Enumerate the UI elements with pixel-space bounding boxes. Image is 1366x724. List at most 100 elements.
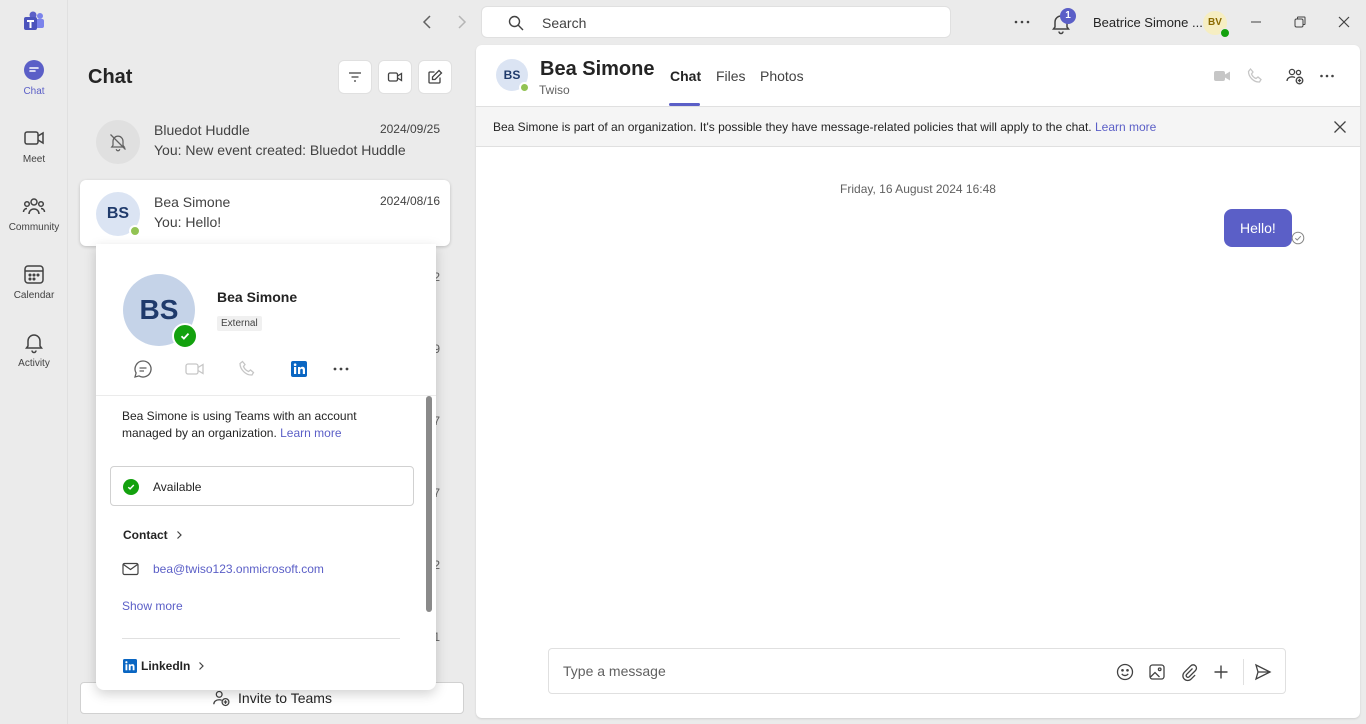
settings-more-button[interactable] [1010, 10, 1034, 34]
external-tag: External [217, 316, 262, 331]
minimize-button[interactable] [1246, 12, 1266, 32]
presence-status-text: Available [153, 480, 202, 494]
plus-icon [1214, 665, 1228, 679]
mail-icon [122, 562, 139, 576]
divider [122, 638, 400, 639]
policy-banner: Bea Simone is part of an organization. I… [476, 107, 1360, 147]
teams-logo-icon [22, 10, 46, 34]
back-button[interactable] [416, 10, 440, 34]
conversation-name: Bea Simone [540, 58, 655, 80]
rail-item-calendar[interactable]: Calendar [0, 262, 68, 322]
tab-files[interactable]: Files [716, 68, 746, 84]
dismiss-banner-button[interactable] [1332, 119, 1348, 135]
linkedin-icon [123, 659, 137, 673]
rail-item-activity[interactable]: Activity [0, 330, 68, 390]
learn-more-link[interactable]: Learn more [1095, 120, 1156, 134]
meet-now-button[interactable] [378, 60, 412, 94]
chat-item-bea-simone[interactable]: BS Bea Simone 2024/08/16 You: Hello! [80, 180, 450, 246]
available-status-icon [172, 323, 198, 349]
search-box[interactable]: Search [481, 6, 951, 38]
user-initials: BV [1208, 17, 1222, 28]
chat-list-title: Chat [88, 66, 133, 88]
compose-icon [428, 69, 443, 84]
chat-avatar: BS [96, 192, 141, 237]
rail-item-chat[interactable]: Chat [0, 58, 68, 118]
rail-item-label: Calendar [13, 290, 55, 301]
presence-status-box[interactable]: Available [110, 466, 414, 506]
profile-chat-button[interactable] [132, 358, 154, 380]
close-window-button[interactable] [1334, 12, 1354, 32]
conversation-pane: BS Bea Simone Twiso Chat Files Photos Be… [476, 45, 1360, 718]
message-composer[interactable]: Type a message [548, 648, 1286, 694]
chevron-right-icon [458, 15, 467, 29]
presence-indicator [1220, 28, 1230, 38]
conversation-more-button[interactable] [1317, 66, 1337, 86]
app-rail: Chat Meet Community Calendar Activity [0, 0, 68, 724]
attach-button[interactable] [1179, 662, 1199, 682]
linkedin-section-toggle[interactable]: LinkedIn [123, 659, 206, 673]
rail-item-meet[interactable]: Meet [0, 126, 68, 186]
learn-more-link[interactable]: Learn more [280, 426, 341, 440]
tab-photos[interactable]: Photos [760, 68, 804, 84]
policy-banner-text-wrap: Bea Simone is part of an organization. I… [493, 120, 1156, 134]
user-name[interactable]: Beatrice Simone ... [1093, 15, 1203, 30]
profile-audio-call-button[interactable] [236, 358, 258, 380]
checkmark-circle-icon [1291, 231, 1305, 245]
audio-call-button[interactable] [1245, 66, 1265, 86]
conversation-avatar[interactable]: BS [496, 59, 530, 93]
chevron-left-icon [422, 15, 431, 29]
rail-item-label: Activity [18, 358, 50, 369]
divider [1243, 659, 1244, 685]
filter-button[interactable] [338, 60, 372, 94]
new-chat-button[interactable] [418, 60, 452, 94]
chat-item-bluedot-huddle[interactable]: Bluedot Huddle 2024/09/25 You: New event… [80, 108, 450, 174]
divider [96, 395, 436, 396]
send-button[interactable] [1253, 662, 1273, 682]
message-bubble[interactable]: Hello! [1224, 209, 1292, 247]
chat-item-date: 2024/08/16 [379, 194, 440, 208]
emoji-button[interactable] [1115, 662, 1135, 682]
seen-receipt-icon [1291, 231, 1305, 245]
restore-button[interactable] [1290, 12, 1310, 32]
image-button[interactable] [1147, 662, 1167, 682]
bell-icon [22, 330, 46, 354]
people-community-icon [22, 194, 46, 218]
video-call-button[interactable] [1212, 66, 1232, 86]
profile-linkedin-button[interactable] [288, 358, 310, 380]
forward-button[interactable] [449, 10, 473, 34]
chat-bubble-icon [134, 360, 152, 378]
user-avatar[interactable]: BV [1203, 11, 1230, 38]
filter-icon [349, 72, 361, 82]
show-more-link[interactable]: Show more [122, 599, 183, 613]
profile-video-call-button[interactable] [184, 358, 206, 380]
email-link[interactable]: bea@twiso123.onmicrosoft.com [153, 562, 324, 576]
search-placeholder: Search [542, 15, 587, 31]
tab-chat[interactable]: Chat [670, 68, 701, 84]
policy-banner-text: Bea Simone is part of an organization. I… [493, 120, 1092, 134]
profile-more-button[interactable] [330, 358, 352, 380]
chat-item-name: Bluedot Huddle [154, 122, 250, 138]
restore-icon [1294, 16, 1306, 28]
chevron-right-icon [199, 662, 205, 670]
close-icon [1338, 16, 1350, 28]
profile-avatar: BS [123, 274, 198, 349]
rail-item-community[interactable]: Community [0, 194, 68, 254]
profile-card-scrollbar[interactable] [426, 396, 432, 612]
email-row: bea@twiso123.onmicrosoft.com [122, 562, 324, 576]
add-button[interactable] [1211, 662, 1231, 682]
add-people-button[interactable] [1285, 66, 1305, 86]
more-horizontal-icon [1014, 20, 1030, 24]
notification-badge: 1 [1060, 8, 1076, 24]
composer-placeholder: Type a message [563, 663, 666, 679]
available-status-icon [123, 479, 139, 495]
phone-icon [239, 360, 255, 376]
chat-icon [22, 58, 46, 82]
people-add-icon [1286, 68, 1304, 85]
phone-icon [1247, 67, 1262, 83]
contact-section-toggle[interactable]: Contact [123, 528, 184, 542]
profile-initials: BS [139, 294, 179, 325]
more-horizontal-icon [333, 367, 349, 371]
chat-item-preview: You: New event created: Bluedot Huddle [154, 142, 406, 158]
chevron-right-icon [176, 531, 182, 539]
paperclip-icon [1182, 664, 1198, 682]
